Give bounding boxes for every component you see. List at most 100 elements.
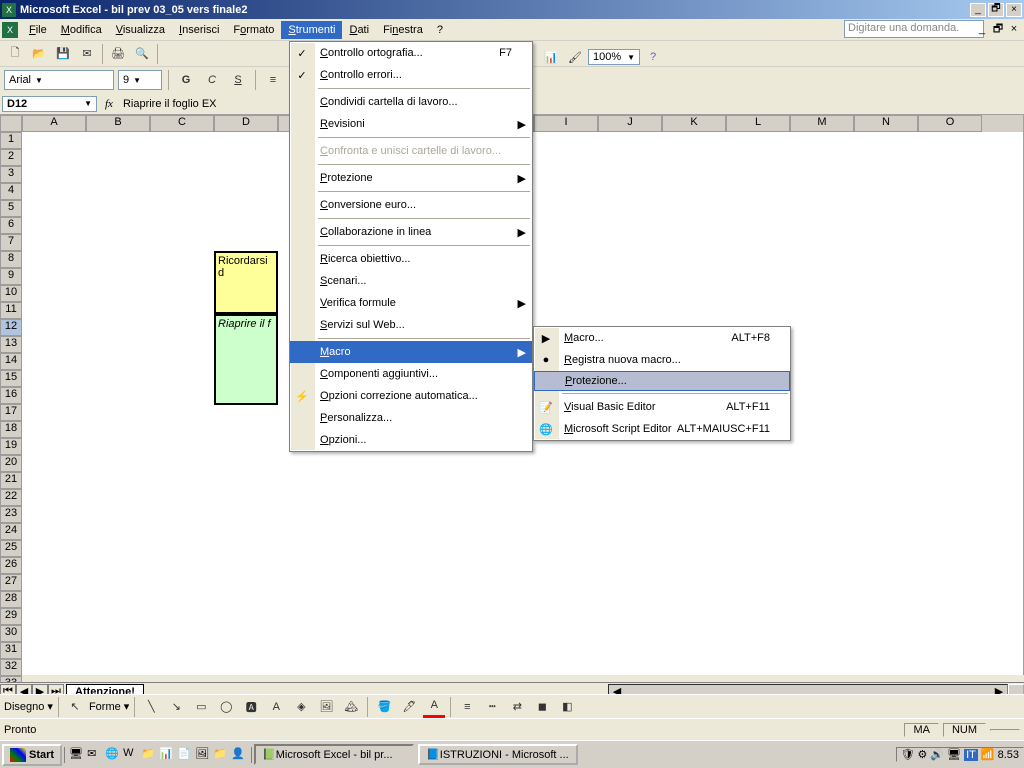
- tray-clock[interactable]: 8.53: [998, 749, 1019, 761]
- bold-button[interactable]: G: [175, 69, 197, 91]
- doc-minimize[interactable]: _: [974, 22, 990, 36]
- shadow-icon[interactable]: ◼: [531, 696, 553, 718]
- menu-item[interactable]: Personalizza...: [290, 407, 532, 429]
- textbox-icon[interactable]: 🅰: [240, 696, 262, 718]
- column-header[interactable]: C: [150, 115, 214, 132]
- row-header[interactable]: 11: [0, 302, 22, 319]
- menu-item[interactable]: Componenti aggiuntivi...: [290, 363, 532, 385]
- draw-menu[interactable]: Disegno ▾: [4, 700, 53, 713]
- menu-item[interactable]: 🌐Microsoft Script EditorALT+MAIUSC+F11: [534, 418, 790, 440]
- fx-label[interactable]: fx: [99, 98, 119, 110]
- print-preview-button[interactable]: 🔍: [131, 43, 153, 65]
- row-header[interactable]: 19: [0, 438, 22, 455]
- tray-icon-2[interactable]: ⚙: [918, 748, 928, 761]
- arrow-icon[interactable]: ↘: [165, 696, 187, 718]
- row-header[interactable]: 29: [0, 608, 22, 625]
- minimize-button[interactable]: _: [970, 3, 986, 17]
- row-header[interactable]: 25: [0, 540, 22, 557]
- ql-icon-2[interactable]: ✉: [87, 747, 103, 763]
- menu-file[interactable]: File: [22, 21, 54, 39]
- row-header[interactable]: 7: [0, 234, 22, 251]
- taskbar-word[interactable]: 📘 ISTRUZIONI - Microsoft ...: [418, 744, 578, 765]
- column-header[interactable]: B: [86, 115, 150, 132]
- column-header[interactable]: J: [598, 115, 662, 132]
- menu-item[interactable]: Conversione euro...: [290, 194, 532, 216]
- row-header[interactable]: 20: [0, 455, 22, 472]
- line-icon[interactable]: ╲: [140, 696, 162, 718]
- menu-item[interactable]: Servizi sul Web...: [290, 314, 532, 336]
- tray-lang[interactable]: IT: [964, 749, 978, 761]
- chart-button[interactable]: 📊: [540, 46, 562, 68]
- ql-icon-1[interactable]: 🖥: [69, 747, 85, 763]
- select-objects-icon[interactable]: ↖: [64, 696, 86, 718]
- ql-icon-4[interactable]: W: [123, 747, 139, 763]
- column-header[interactable]: D: [214, 115, 278, 132]
- line-style-icon[interactable]: ≡: [456, 696, 478, 718]
- rectangle-icon[interactable]: ▭: [190, 696, 212, 718]
- menu-item[interactable]: Revisioni▶: [290, 113, 532, 135]
- ql-icon-7[interactable]: 📄: [177, 747, 193, 763]
- font-size-combo[interactable]: 9▼: [118, 70, 162, 90]
- menu-item[interactable]: Scenari...: [290, 270, 532, 292]
- new-button[interactable]: 🗋: [4, 43, 26, 65]
- menu-item[interactable]: ✓Controllo errori...: [290, 64, 532, 86]
- arrow-style-icon[interactable]: ⇄: [506, 696, 528, 718]
- save-button[interactable]: 💾: [52, 43, 74, 65]
- menu-item[interactable]: Condividi cartella di lavoro...: [290, 91, 532, 113]
- font-combo[interactable]: Arial▼: [4, 70, 114, 90]
- tray-icon-1[interactable]: 🛡: [901, 748, 915, 761]
- row-header[interactable]: 30: [0, 625, 22, 642]
- yellow-note-cell[interactable]: Ricordarsi d: [214, 251, 278, 314]
- row-header[interactable]: 15: [0, 370, 22, 387]
- menu-item[interactable]: Collaborazione in linea▶: [290, 221, 532, 243]
- menu-item[interactable]: Ricerca obiettivo...: [290, 248, 532, 270]
- menu-finestra[interactable]: Finestra: [376, 21, 430, 39]
- ql-icon-5[interactable]: 📁: [141, 747, 157, 763]
- menu-visualizza[interactable]: Visualizza: [109, 21, 172, 39]
- menu-item[interactable]: ⚡Opzioni correzione automatica...: [290, 385, 532, 407]
- row-header[interactable]: 10: [0, 285, 22, 302]
- column-header[interactable]: O: [918, 115, 982, 132]
- row-header[interactable]: 21: [0, 472, 22, 489]
- 3d-icon[interactable]: ◧: [556, 696, 578, 718]
- menu-modifica[interactable]: Modifica: [54, 21, 109, 39]
- menu-help[interactable]: ?: [430, 21, 450, 39]
- close-button[interactable]: ×: [1006, 3, 1022, 17]
- taskbar-excel[interactable]: 📗 Microsoft Excel - bil pr...: [254, 744, 414, 765]
- row-header[interactable]: 31: [0, 642, 22, 659]
- row-header[interactable]: 16: [0, 387, 22, 404]
- mail-button[interactable]: ✉: [76, 43, 98, 65]
- italic-button[interactable]: C: [201, 69, 223, 91]
- align-left-button[interactable]: ≡: [262, 69, 284, 91]
- menu-item[interactable]: ✓Controllo ortografia...F7: [290, 42, 532, 64]
- row-header[interactable]: 13: [0, 336, 22, 353]
- formula-value[interactable]: Riaprire il foglio EX: [119, 98, 217, 110]
- column-header[interactable]: N: [854, 115, 918, 132]
- menu-inserisci[interactable]: Inserisci: [172, 21, 226, 39]
- row-header[interactable]: 27: [0, 574, 22, 591]
- column-header[interactable]: A: [22, 115, 86, 132]
- select-all-corner[interactable]: [0, 115, 22, 132]
- row-header[interactable]: 8: [0, 251, 22, 268]
- workbook-icon[interactable]: X: [2, 22, 18, 38]
- ql-icon-9[interactable]: 📁: [213, 747, 229, 763]
- underline-button[interactable]: S: [227, 69, 249, 91]
- green-note-cell[interactable]: Riaprire il f: [214, 314, 278, 405]
- row-header[interactable]: 3: [0, 166, 22, 183]
- menu-item[interactable]: Protezione...: [534, 371, 790, 391]
- row-header[interactable]: 5: [0, 200, 22, 217]
- help-button[interactable]: ?: [642, 46, 664, 68]
- row-header[interactable]: 9: [0, 268, 22, 285]
- row-header[interactable]: 32: [0, 659, 22, 676]
- ql-icon-6[interactable]: 📊: [159, 747, 175, 763]
- drawing-button[interactable]: 🖌: [564, 46, 586, 68]
- row-header[interactable]: 26: [0, 557, 22, 574]
- clipart-icon[interactable]: 🖼: [315, 696, 337, 718]
- row-header[interactable]: 12: [0, 319, 22, 336]
- oval-icon[interactable]: ◯: [215, 696, 237, 718]
- row-header[interactable]: 22: [0, 489, 22, 506]
- print-button[interactable]: 🖨: [107, 43, 129, 65]
- menu-item[interactable]: Verifica formule▶: [290, 292, 532, 314]
- ql-icon-3[interactable]: 🌐: [105, 747, 121, 763]
- menu-formato[interactable]: Formato: [226, 21, 281, 39]
